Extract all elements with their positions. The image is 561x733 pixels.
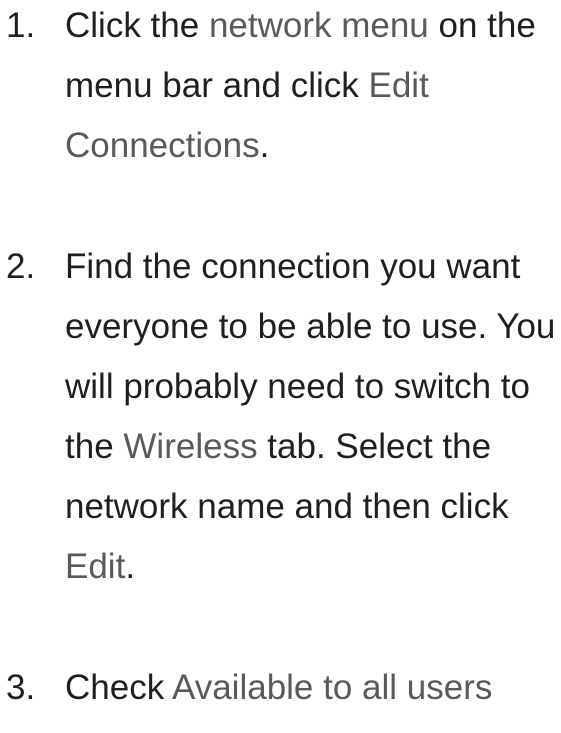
- step-2: 2. Find the connection you want everyone…: [0, 237, 561, 597]
- step-text: Check: [65, 668, 172, 707]
- gui-label-wireless: Wireless: [123, 427, 258, 466]
- gui-label-network-menu: network menu: [208, 6, 429, 45]
- step-3: 3. Check Available to all users: [0, 658, 561, 718]
- gui-label-edit: Edit: [65, 547, 126, 586]
- step-text: .: [259, 126, 270, 165]
- step-number: 1.: [6, 6, 36, 45]
- step-number: 2.: [6, 247, 36, 286]
- step-text: .: [125, 547, 136, 586]
- step-text: Click the: [65, 6, 209, 45]
- gui-label-available-to-all-users: Available to all users: [172, 668, 493, 707]
- step-number: 3.: [6, 668, 36, 707]
- step-1: 1. Click the network menu on the menu ba…: [0, 0, 561, 176]
